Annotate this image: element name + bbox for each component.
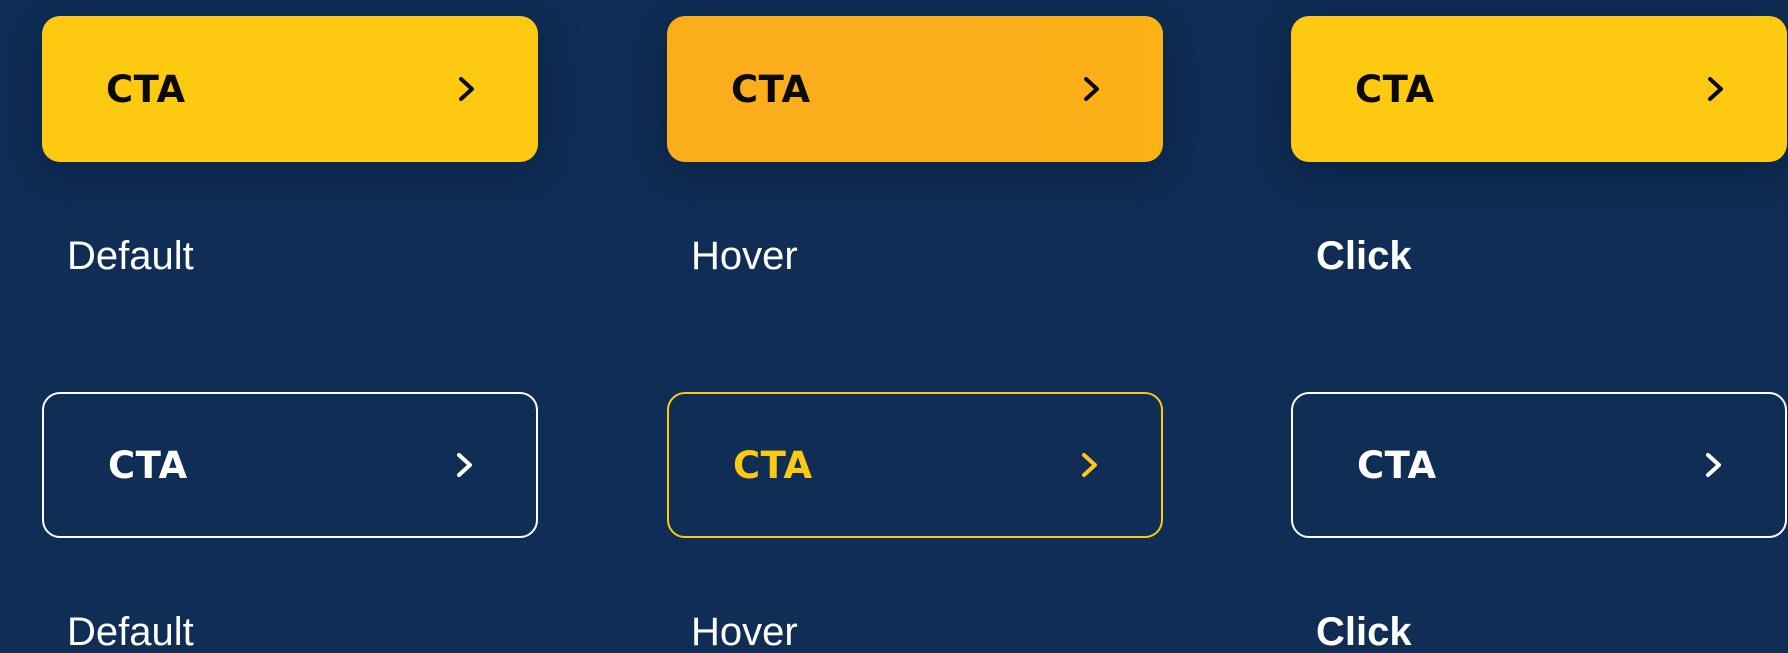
state-label-hover: Hover bbox=[691, 234, 798, 278]
state-label-default: Default bbox=[67, 610, 194, 653]
chevron-right-icon bbox=[457, 453, 472, 477]
secondary-cta-button-default[interactable]: CTA bbox=[42, 392, 538, 538]
state-label-click: Click bbox=[1316, 234, 1412, 278]
chevron-right-icon bbox=[1708, 77, 1723, 101]
cta-label: CTA bbox=[1355, 67, 1435, 111]
chevron-right-icon bbox=[1084, 77, 1099, 101]
cta-label: CTA bbox=[1357, 443, 1437, 487]
button-states-canvas: CTA Default CTA Hover CTA Click CTA Defa… bbox=[0, 0, 1788, 653]
secondary-cta-button-click[interactable]: CTA bbox=[1291, 392, 1787, 538]
cta-label: CTA bbox=[108, 443, 188, 487]
state-label-default: Default bbox=[67, 234, 194, 278]
state-label-click: Click bbox=[1316, 610, 1412, 653]
primary-cta-button-hover[interactable]: CTA bbox=[667, 16, 1163, 162]
chevron-right-icon bbox=[1082, 453, 1097, 477]
cta-label: CTA bbox=[733, 443, 813, 487]
primary-cta-button-click[interactable]: CTA bbox=[1291, 16, 1787, 162]
chevron-right-icon bbox=[1706, 453, 1721, 477]
state-label-hover: Hover bbox=[691, 610, 798, 653]
primary-cta-button-default[interactable]: CTA bbox=[42, 16, 538, 162]
chevron-right-icon bbox=[459, 77, 474, 101]
secondary-cta-button-hover[interactable]: CTA bbox=[667, 392, 1163, 538]
cta-label: CTA bbox=[731, 67, 811, 111]
cta-label: CTA bbox=[106, 67, 186, 111]
